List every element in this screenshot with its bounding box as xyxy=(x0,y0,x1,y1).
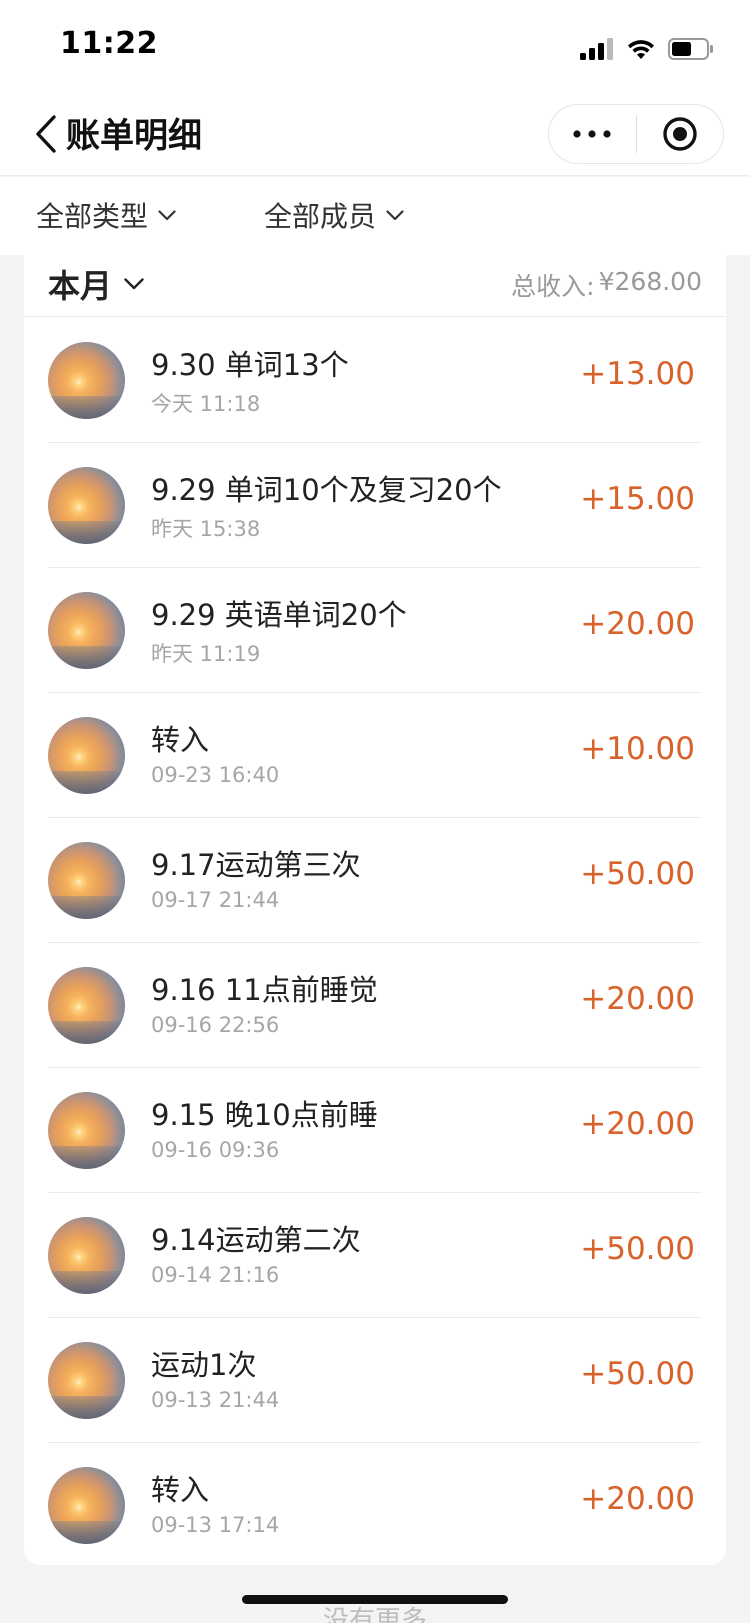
transaction-amount: +20.00 xyxy=(580,1106,695,1142)
filter-bar: 全部类型 全部成员 xyxy=(0,177,750,255)
avatar xyxy=(48,1217,125,1294)
status-bar: 11:22 xyxy=(0,0,750,92)
transaction-time: 09-16 09:36 xyxy=(151,1138,280,1162)
transaction-time: 09-13 21:44 xyxy=(151,1388,280,1412)
transaction-title: 9.17运动第三次 xyxy=(151,848,361,882)
transaction-time: 今天 11:18 xyxy=(151,392,261,416)
avatar xyxy=(48,1342,125,1419)
avatar xyxy=(48,1467,125,1544)
avatar xyxy=(48,592,125,669)
transaction-row[interactable]: 运动1次 09-13 21:44 +50.00 xyxy=(24,1318,726,1443)
transaction-amount: +50.00 xyxy=(580,856,695,892)
member-filter[interactable]: 全部成员 xyxy=(264,195,404,235)
avatar xyxy=(48,1092,125,1169)
transaction-time: 09-13 17:14 xyxy=(151,1513,280,1537)
transaction-amount: +15.00 xyxy=(580,481,695,517)
transaction-time: 09-16 22:56 xyxy=(151,1013,280,1037)
chevron-down-icon xyxy=(386,209,404,220)
transaction-title: 9.14运动第二次 xyxy=(151,1223,361,1257)
back-chevron-icon xyxy=(36,115,56,153)
transaction-amount: +20.00 xyxy=(580,981,695,1017)
transaction-amount: +20.00 xyxy=(580,1481,695,1517)
total-income: 总收入: ¥268.00 xyxy=(511,267,702,303)
transaction-time: 09-14 21:16 xyxy=(151,1263,280,1287)
transaction-row[interactable]: 转入 09-13 17:14 +20.00 xyxy=(24,1443,726,1568)
transaction-title: 9.15 晚10点前睡 xyxy=(151,1098,378,1132)
transaction-title: 9.29 英语单词20个 xyxy=(151,598,407,632)
transaction-amount: +50.00 xyxy=(580,1231,695,1267)
total-income-label: 总收入: xyxy=(511,272,595,301)
type-filter-label: 全部类型 xyxy=(36,200,149,233)
signal-icon xyxy=(580,38,613,60)
transaction-amount: +20.00 xyxy=(580,606,695,642)
transaction-title: 9.30 单词13个 xyxy=(151,348,349,382)
mini-program-capsule xyxy=(548,104,724,164)
transaction-row[interactable]: 9.16 11点前睡觉 09-16 22:56 +20.00 xyxy=(24,943,726,1068)
transaction-amount: +13.00 xyxy=(580,356,695,392)
chevron-down-icon xyxy=(158,209,176,220)
nav-bar: 账单明细 xyxy=(0,92,750,176)
target-close-icon xyxy=(663,117,697,151)
transaction-row[interactable]: 9.30 单词13个 今天 11:18 +13.00 xyxy=(24,318,726,443)
transaction-row[interactable]: 9.29 单词10个及复习20个 昨天 15:38 +15.00 xyxy=(24,443,726,568)
transaction-title: 转入 xyxy=(151,1473,210,1507)
avatar xyxy=(48,842,125,919)
avatar xyxy=(48,967,125,1044)
member-filter-label: 全部成员 xyxy=(264,200,377,233)
transaction-row[interactable]: 9.14运动第二次 09-14 21:16 +50.00 xyxy=(24,1193,726,1318)
transaction-row[interactable]: 转入 09-23 16:40 +10.00 xyxy=(24,693,726,818)
back-button[interactable] xyxy=(24,106,68,162)
page-title: 账单明细 xyxy=(66,116,202,156)
type-filter[interactable]: 全部类型 xyxy=(36,195,176,235)
transaction-amount: +50.00 xyxy=(580,1356,695,1392)
month-label: 本月 xyxy=(48,267,113,305)
avatar xyxy=(48,467,125,544)
transaction-row[interactable]: 9.29 英语单词20个 昨天 11:19 +20.00 xyxy=(24,568,726,693)
home-indicator xyxy=(242,1595,508,1604)
transaction-time: 09-23 16:40 xyxy=(151,763,280,787)
transaction-row[interactable]: 9.17运动第三次 09-17 21:44 +50.00 xyxy=(24,818,726,943)
more-button[interactable] xyxy=(549,105,636,163)
status-icons xyxy=(580,34,714,64)
transaction-amount: +10.00 xyxy=(580,731,695,767)
bill-card: 本月 总收入: ¥268.00 9.30 单词13个 今天 11:18 +13.… xyxy=(24,255,726,1565)
close-button[interactable] xyxy=(637,105,724,163)
total-income-value: ¥268.00 xyxy=(598,267,702,296)
wifi-icon xyxy=(628,40,654,59)
transaction-list: 9.30 单词13个 今天 11:18 +13.00 9.29 单词10个及复习… xyxy=(24,318,726,1568)
transaction-time: 昨天 15:38 xyxy=(151,517,261,541)
transaction-title: 运动1次 xyxy=(151,1348,257,1382)
transaction-time: 昨天 11:19 xyxy=(151,642,261,666)
more-dots-icon xyxy=(573,130,611,138)
status-time: 11:22 xyxy=(60,26,158,61)
battery-icon xyxy=(668,38,713,60)
transaction-row[interactable]: 9.15 晚10点前睡 09-16 09:36 +20.00 xyxy=(24,1068,726,1193)
avatar xyxy=(48,342,125,419)
month-header: 本月 总收入: ¥268.00 xyxy=(24,255,726,317)
transaction-title: 转入 xyxy=(151,723,210,757)
transaction-title: 9.29 单词10个及复习20个 xyxy=(151,473,502,507)
month-selector[interactable]: 本月 xyxy=(48,261,144,307)
avatar xyxy=(48,717,125,794)
transaction-time: 09-17 21:44 xyxy=(151,888,280,912)
transaction-title: 9.16 11点前睡觉 xyxy=(151,973,378,1007)
chevron-down-icon xyxy=(124,278,144,290)
